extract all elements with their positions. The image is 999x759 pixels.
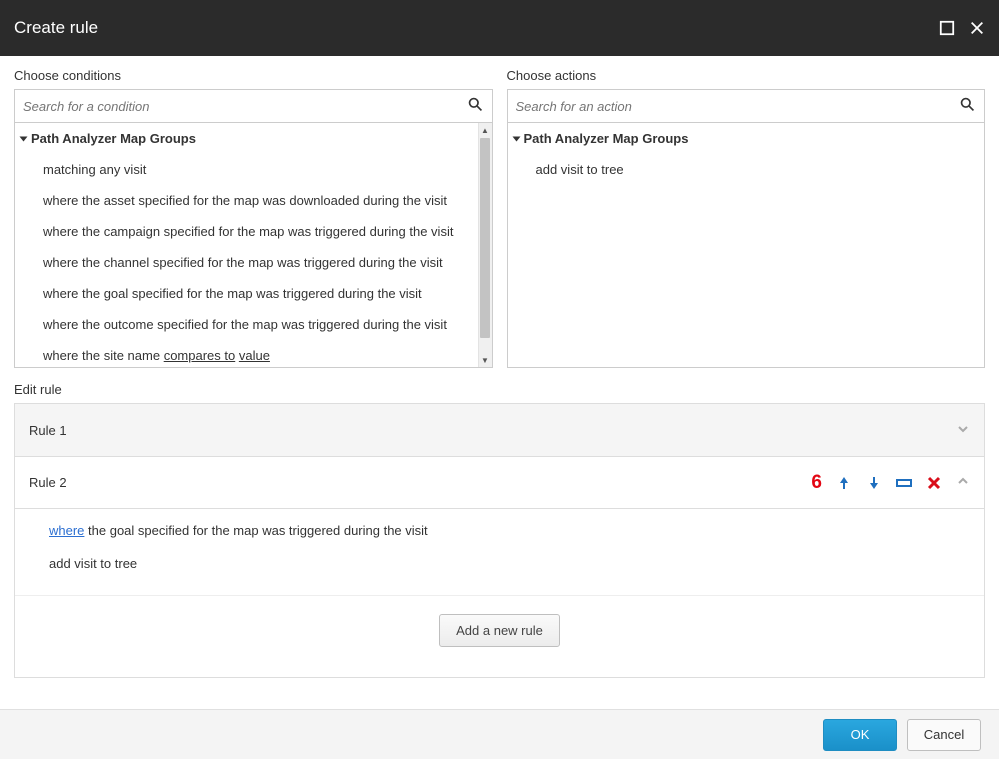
annotation-number: 6 — [811, 472, 822, 494]
conditions-list: Path Analyzer Map Groups matching any vi… — [14, 123, 493, 368]
window-controls — [939, 20, 985, 36]
action-search-box[interactable] — [507, 89, 986, 123]
group-label: Path Analyzer Map Groups — [31, 131, 196, 146]
rule-editor: Rule 1 Rule 2 6 — [14, 403, 985, 678]
chevron-down-icon — [20, 136, 28, 141]
rule-title: Rule 1 — [29, 423, 67, 438]
condition-item[interactable]: where the asset specified for the map wa… — [15, 185, 478, 216]
scrollbar[interactable]: ▲ ▼ — [478, 123, 492, 367]
condition-group-header[interactable]: Path Analyzer Map Groups — [15, 123, 478, 154]
condition-text-prefix: where the site name — [43, 348, 164, 363]
conditions-panel: Choose conditions Path Analyzer Map Grou… — [14, 68, 493, 368]
conditions-label: Choose conditions — [14, 68, 493, 83]
rule-toolbar: 6 — [811, 472, 970, 494]
add-rule-row: Add a new rule — [15, 595, 984, 677]
actions-panel: Choose actions Path Analyzer Map Groups … — [507, 68, 986, 368]
condition-token[interactable]: compares to — [164, 348, 236, 363]
rule-action-line: add visit to tree — [15, 546, 984, 595]
scroll-down-button[interactable]: ▼ — [478, 353, 492, 367]
dialog-title: Create rule — [14, 18, 98, 38]
chevron-up-icon[interactable] — [956, 474, 970, 491]
action-item[interactable]: add visit to tree — [508, 154, 985, 185]
group-label: Path Analyzer Map Groups — [524, 131, 689, 146]
condition-item[interactable]: where the site name compares to value — [15, 340, 478, 367]
ok-button[interactable]: OK — [823, 719, 897, 751]
chevron-down-icon — [512, 136, 520, 141]
search-icon[interactable] — [467, 96, 484, 116]
maximize-icon[interactable] — [939, 20, 955, 36]
chevron-down-icon[interactable] — [956, 422, 970, 439]
add-rule-button[interactable]: Add a new rule — [439, 614, 560, 647]
scroll-thumb[interactable] — [480, 138, 490, 338]
rule-condition-line: where the goal specified for the map was… — [15, 509, 984, 546]
close-icon[interactable] — [969, 20, 985, 36]
condition-item[interactable]: matching any visit — [15, 154, 478, 185]
edit-rule-label: Edit rule — [14, 382, 985, 397]
rule-condition-text: the goal specified for the map was trigg… — [84, 523, 427, 538]
dialog-footer: OK Cancel — [0, 709, 999, 759]
condition-item[interactable]: where the goal specified for the map was… — [15, 278, 478, 309]
search-icon[interactable] — [959, 96, 976, 116]
rule-row[interactable]: Rule 2 6 — [15, 456, 984, 508]
condition-item[interactable]: where the campaign specified for the map… — [15, 216, 478, 247]
rule-title: Rule 2 — [29, 475, 67, 490]
condition-item[interactable]: where the channel specified for the map … — [15, 247, 478, 278]
action-search-input[interactable] — [516, 99, 960, 114]
delete-icon[interactable] — [926, 475, 942, 491]
condition-item[interactable]: where the outcome specified for the map … — [15, 309, 478, 340]
actions-list: Path Analyzer Map Groups add visit to tr… — [507, 123, 986, 368]
where-link[interactable]: where — [49, 523, 84, 538]
actions-label: Choose actions — [507, 68, 986, 83]
rule-body: where the goal specified for the map was… — [15, 508, 984, 595]
action-group-header[interactable]: Path Analyzer Map Groups — [508, 123, 985, 154]
condition-token[interactable]: value — [239, 348, 270, 363]
rule-row[interactable]: Rule 1 — [15, 404, 984, 456]
scroll-up-button[interactable]: ▲ — [478, 123, 492, 137]
rename-icon[interactable] — [896, 475, 912, 491]
move-down-icon[interactable] — [866, 475, 882, 491]
cancel-button[interactable]: Cancel — [907, 719, 981, 751]
dialog-header: Create rule — [0, 0, 999, 56]
move-up-icon[interactable] — [836, 475, 852, 491]
condition-search-input[interactable] — [23, 99, 467, 114]
condition-search-box[interactable] — [14, 89, 493, 123]
